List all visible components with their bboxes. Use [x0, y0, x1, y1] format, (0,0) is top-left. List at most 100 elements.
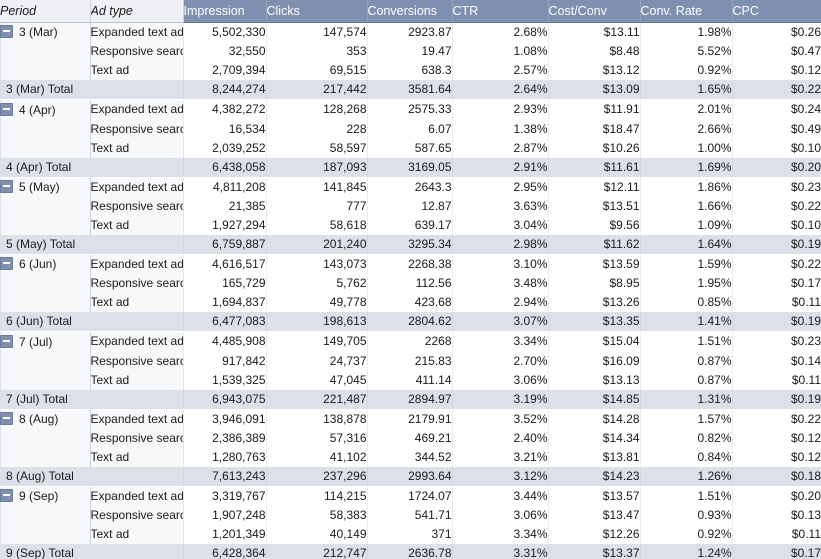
- period-cell-empty: [0, 525, 91, 545]
- cell-clicks: 69,515: [266, 61, 368, 81]
- cell-ctr: 3.63%: [452, 196, 549, 216]
- cell-clicks: 57,316: [266, 428, 368, 448]
- table-row: Responsive search ad1,907,24858,383541.7…: [0, 506, 821, 526]
- pivot-table-body: 3 (Mar) Expanded text ad 5,502,330 147,574 2…: [0, 22, 821, 559]
- period-group-header[interactable]: 7 (Jul): [0, 331, 91, 352]
- cell-impression: 2,386,389: [183, 428, 267, 448]
- cell-ctr: 3.44%: [452, 486, 549, 507]
- column-header-cpc[interactable]: CPC: [732, 0, 821, 23]
- total-cell-ctr: 2.98%: [452, 234, 549, 255]
- cell-clicks: 41,102: [266, 447, 368, 467]
- cell-convrate: 1.51%: [640, 331, 733, 352]
- cell-conversions: 411.14: [367, 370, 453, 390]
- ad-type-cell: Responsive search ad: [90, 119, 184, 139]
- period-group-header[interactable]: 5 (May): [0, 177, 91, 197]
- cell-conversions: 2179.91: [367, 409, 453, 429]
- cell-costconv: $16.09: [548, 351, 641, 371]
- column-header-convrate[interactable]: Conv. Rate: [640, 0, 733, 23]
- column-header-impression[interactable]: Impression: [183, 0, 267, 23]
- cell-cpc: $0.22: [732, 409, 821, 429]
- cell-conversions: 2268: [367, 331, 453, 352]
- cell-convrate: 0.82%: [640, 428, 733, 448]
- minus-square-collapse-icon[interactable]: [0, 257, 13, 271]
- cell-impression: 32,550: [183, 42, 267, 62]
- cell-impression: 3,946,091: [183, 409, 267, 429]
- cell-costconv: $9.56: [548, 215, 641, 235]
- ad-type-cell: Expanded text ad: [90, 177, 184, 197]
- total-cell-costconv: $14.85: [548, 389, 641, 410]
- cell-clicks: 58,597: [266, 138, 368, 158]
- cell-impression: 3,319,767: [183, 486, 267, 507]
- total-cell-conversions: 3581.64: [367, 80, 453, 101]
- cell-cpc: $0.49: [732, 119, 821, 139]
- total-cell-clicks: 187,093: [266, 157, 368, 178]
- minus-square-collapse-icon[interactable]: [0, 334, 13, 348]
- total-cell-impression: 8,244,274: [183, 80, 267, 101]
- cell-costconv: $10.26: [548, 138, 641, 158]
- period-cell-empty: [0, 428, 91, 448]
- cell-clicks: 47,045: [266, 370, 368, 390]
- ad-type-cell: Responsive search ad: [90, 351, 184, 371]
- period-group-header[interactable]: 9 (Sep): [0, 486, 91, 507]
- cell-conversions: 215.83: [367, 351, 453, 371]
- table-row: Responsive search ad165,7295,762112.563.…: [0, 274, 821, 294]
- period-cell-empty: [0, 506, 91, 526]
- total-cell-ctr: 3.19%: [452, 389, 549, 410]
- period-group-header[interactable]: 8 (Aug): [0, 409, 91, 429]
- column-header-ctr[interactable]: CTR: [452, 0, 549, 23]
- total-cell-cpc: $0.19: [732, 389, 821, 410]
- cell-costconv: $8.95: [548, 274, 641, 294]
- period-group-header[interactable]: 4 (Apr): [0, 99, 91, 120]
- total-cell-ctr: 2.64%: [452, 80, 549, 101]
- column-header-conversions[interactable]: Conversions: [367, 0, 453, 23]
- pivot-table-container: Period Ad type Impression Clicks Conversions…: [0, 0, 821, 559]
- total-cell-costconv: $14.23: [548, 466, 641, 487]
- table-row: Text ad 2,039,252 58,597 587.65 2.87% $10.26 1…: [0, 138, 821, 158]
- period-group-header[interactable]: 6 (Jun): [0, 254, 91, 275]
- table-row: 6 (Jun) Expanded text ad 4,616,517 143,073 2…: [0, 254, 821, 275]
- cell-cpc: $0.13: [732, 506, 821, 526]
- total-cell-conversions: 3295.34: [367, 234, 453, 255]
- cell-convrate: 0.92%: [640, 61, 733, 81]
- minus-square-collapse-icon[interactable]: [0, 411, 13, 425]
- period-cell-empty: [0, 274, 91, 294]
- cell-ctr: 2.95%: [452, 177, 549, 197]
- minus-square-collapse-icon[interactable]: [0, 179, 13, 193]
- cell-costconv: $14.34: [548, 428, 641, 448]
- cell-conversions: 344.52: [367, 447, 453, 467]
- total-cell-convrate: 1.41%: [640, 312, 733, 333]
- total-cell-clicks: 198,613: [266, 312, 368, 333]
- minus-square-collapse-icon[interactable]: [0, 489, 13, 503]
- total-cell-ctr: 2.91%: [452, 157, 549, 178]
- ad-type-cell: Text ad: [90, 138, 184, 158]
- cell-cpc: $0.11: [732, 525, 821, 545]
- total-cell-ctr: 3.12%: [452, 466, 549, 487]
- cell-convrate: 2.01%: [640, 99, 733, 120]
- table-row: Responsive search ad32,55035319.471.08%$…: [0, 42, 821, 62]
- column-header-clicks[interactable]: Clicks: [266, 0, 368, 23]
- column-header-adtype[interactable]: Ad type: [90, 0, 184, 23]
- minus-square-collapse-icon[interactable]: [0, 25, 13, 39]
- column-header-costconv[interactable]: Cost/Conv: [548, 0, 641, 23]
- cell-cpc: $0.22: [732, 254, 821, 275]
- table-row: 4 (Apr) Expanded text ad 4,382,272 128,268 2…: [0, 99, 821, 120]
- cell-conversions: 587.65: [367, 138, 453, 158]
- cell-convrate: 1.00%: [640, 138, 733, 158]
- period-label: 9 (Sep): [19, 489, 59, 504]
- period-group-header[interactable]: 3 (Mar): [0, 22, 91, 43]
- cell-cpc: $0.47: [732, 42, 821, 62]
- group-total-row: 7 (Jul) Total 6,943,075 221,487 2894.97 3.19…: [0, 389, 821, 410]
- cell-costconv: $13.11: [548, 22, 641, 43]
- total-cell-conversions: 2804.62: [367, 312, 453, 333]
- cell-ctr: 2.87%: [452, 138, 549, 158]
- cell-convrate: 0.87%: [640, 370, 733, 390]
- total-cell-conversions: 2636.78: [367, 544, 453, 559]
- column-header-period[interactable]: Period: [0, 0, 91, 23]
- total-cell-convrate: 1.31%: [640, 389, 733, 410]
- total-cell-conversions: 2993.64: [367, 466, 453, 487]
- minus-square-collapse-icon[interactable]: [0, 102, 13, 116]
- ad-type-cell: Text ad: [90, 293, 184, 313]
- header-row: Period Ad type Impression Clicks Conversions…: [0, 0, 821, 23]
- cell-convrate: 5.52%: [640, 42, 733, 62]
- cell-clicks: 58,618: [266, 215, 368, 235]
